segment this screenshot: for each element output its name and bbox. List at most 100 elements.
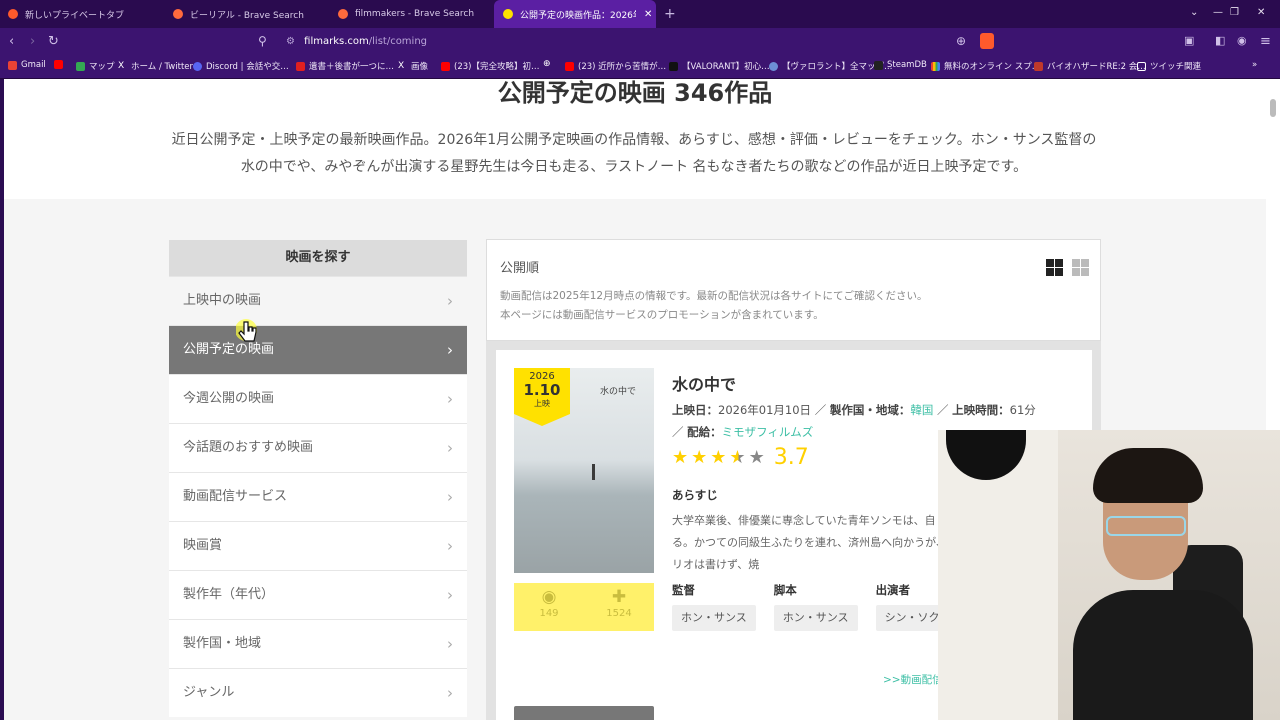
bookmark-label: 無料のオンライン スプ… bbox=[944, 62, 1041, 72]
youtube-icon bbox=[441, 61, 450, 71]
credit-chip[interactable]: ホン・サンス bbox=[672, 605, 756, 631]
close-tab-icon[interactable]: ✕ bbox=[644, 9, 652, 20]
youtube-icon bbox=[54, 60, 63, 69]
site-info-icon[interactable]: ⚙ bbox=[286, 36, 295, 47]
brave-search-icon bbox=[173, 9, 183, 19]
separator: ／ bbox=[814, 403, 830, 417]
webcam-person-hair bbox=[1093, 448, 1203, 503]
streaming-link[interactable]: >>動画配信 bbox=[883, 672, 943, 687]
bookmark-video1[interactable]: (23)【完全攻略】初… bbox=[441, 60, 539, 72]
back-icon[interactable]: ‹ bbox=[9, 34, 14, 49]
star-icon: ★ bbox=[710, 447, 727, 468]
sidebar-item-this-week[interactable]: 今週公開の映画 › bbox=[169, 374, 467, 423]
poster-title: 水の中で bbox=[600, 387, 637, 397]
sidebar-item-now-showing[interactable]: 上映中の映画 › bbox=[169, 276, 467, 325]
rating-score: 3.7 bbox=[773, 445, 809, 470]
sidebar-item-trending[interactable]: 今話題のおすすめ映画 › bbox=[169, 423, 467, 472]
zoom-icon[interactable]: ⊕ bbox=[956, 34, 966, 48]
mark-button[interactable]: ✚ 1524 bbox=[584, 583, 654, 631]
movie-title[interactable]: 水の中で bbox=[672, 371, 736, 395]
bookmark-maps[interactable]: マップ bbox=[76, 60, 115, 72]
sidebar-item-awards[interactable]: 映画賞 › bbox=[169, 521, 467, 570]
scrollbar-thumb[interactable] bbox=[1270, 99, 1276, 117]
gmail-icon bbox=[8, 60, 17, 70]
page-header: 公開予定の映画 346作品 近日公開予定・上映予定の最新映画作品。2026年1月… bbox=[4, 79, 1266, 199]
youtube-icon bbox=[565, 61, 574, 71]
office-icon bbox=[931, 61, 940, 71]
bookmark-label: 遺書＋後書が一つに… bbox=[309, 62, 395, 72]
sidebar-item-country[interactable]: 製作国・地域 › bbox=[169, 619, 467, 668]
more-bookmarks-icon[interactable]: » bbox=[1252, 60, 1257, 70]
tab-title: 新しいプライベートタブ bbox=[25, 10, 125, 21]
tab-search-filmmakers[interactable]: filmmakers - Brave Search bbox=[338, 0, 488, 28]
brave-search-icon bbox=[338, 9, 348, 19]
bookmark-gmail[interactable]: Gmail bbox=[8, 60, 46, 70]
release-value: 2026年01月10日 bbox=[718, 403, 812, 417]
sort-order-label[interactable]: 公開順 bbox=[500, 257, 539, 276]
bookmark-youtube[interactable] bbox=[54, 60, 67, 69]
minimize-icon[interactable]: — bbox=[1213, 7, 1223, 18]
sidebar-item-label: 今週公開の映画 bbox=[183, 391, 275, 406]
grid-view-icon[interactable] bbox=[1072, 259, 1089, 276]
vpn-icon[interactable]: ◉ bbox=[1237, 34, 1247, 47]
bookmark-valorant[interactable]: 【VALORANT】初心… bbox=[669, 60, 770, 72]
forward-icon[interactable]: › bbox=[30, 34, 35, 49]
sidebar-item-coming[interactable]: 公開予定の映画 › bbox=[169, 325, 467, 374]
list-view-icon[interactable] bbox=[1046, 259, 1063, 276]
bookmark-icon[interactable]: ⚲ bbox=[258, 34, 267, 48]
bookmark-globe[interactable]: ⊕ bbox=[543, 60, 556, 69]
bookmark-twitter[interactable]: X ホーム / Twitter bbox=[118, 60, 193, 72]
bookmark-label: 画像 bbox=[411, 62, 429, 72]
bookmark-label: SteamDB bbox=[887, 60, 927, 70]
page-description: 近日公開予定・上映予定の最新映画作品。2026年1月公開予定映画の作品情報、あら… bbox=[171, 132, 1097, 175]
bookmark-discord[interactable]: Discord | 会話や交… bbox=[193, 60, 289, 72]
bookmark-label: ツイッチ関連 bbox=[1150, 62, 1202, 72]
x-logo-icon: X bbox=[118, 60, 125, 71]
bookmark-video2[interactable]: (23) 近所から苦情が… bbox=[565, 60, 666, 72]
new-tab-icon[interactable]: + bbox=[664, 6, 676, 22]
url-path: /list/coming bbox=[368, 36, 428, 47]
x-logo-icon: X bbox=[398, 60, 405, 71]
site-icon bbox=[1034, 61, 1043, 71]
sidebar-icon[interactable]: ◧ bbox=[1215, 34, 1225, 47]
movie-poster[interactable]: 水の中で 2026 1.10 上映 bbox=[514, 368, 654, 573]
chevron-right-icon: › bbox=[447, 586, 453, 604]
reload-icon[interactable]: ↻ bbox=[48, 34, 59, 49]
bookmark-sheets[interactable]: 無料のオンライン スプ… bbox=[931, 60, 1040, 72]
bookmark-steamdb[interactable]: SteamDB bbox=[874, 60, 927, 70]
wallet-icon[interactable]: ▣ bbox=[1184, 34, 1194, 47]
hand-cursor-icon bbox=[236, 319, 257, 342]
bookmark-site[interactable]: 遺書＋後書が一つに… bbox=[296, 60, 394, 72]
credit-chip[interactable]: ホン・サンス bbox=[773, 605, 858, 631]
close-window-icon[interactable]: ✕ bbox=[1257, 7, 1265, 18]
chevron-right-icon: › bbox=[447, 635, 453, 653]
list-controls: 公開順 動画配信は2025年12月時点の情報です。最新の配信状況は各サイトにてご… bbox=[486, 239, 1101, 341]
brave-shields-icon[interactable] bbox=[980, 33, 994, 49]
tab-search-bereal[interactable]: ビーリアル - Brave Search bbox=[173, 0, 323, 28]
bookmark-label: ホーム / Twitter bbox=[131, 62, 194, 72]
tab-private[interactable]: 新しいプライベートタブ bbox=[8, 0, 158, 28]
sidebar-item-label: 製作国・地域 bbox=[183, 636, 262, 651]
mark-plus-icon: ✚ bbox=[611, 587, 627, 607]
sidebar-item-genre[interactable]: ジャンル › bbox=[169, 668, 467, 717]
note-line: 動画配信は2025年12月時点の情報です。最新の配信状況は各サイトにてご確認くだ… bbox=[500, 290, 928, 302]
country-link[interactable]: 韓国 bbox=[910, 403, 933, 417]
url-domain: filmarks.com bbox=[304, 36, 369, 47]
webcam-person-glasses bbox=[1106, 516, 1186, 536]
sidebar-item-year[interactable]: 製作年（年代） › bbox=[169, 570, 467, 619]
distributor-link[interactable]: ミモザフィルムズ bbox=[722, 425, 814, 439]
address-bar[interactable]: ⚙ filmarks.com/list/coming bbox=[286, 32, 1001, 52]
clip-button[interactable]: ◉ 149 bbox=[514, 583, 584, 631]
bookmark-twitch-folder[interactable]: ツイッチ関連 bbox=[1137, 60, 1201, 72]
sidebar-item-streaming[interactable]: 動画配信サービス › bbox=[169, 472, 467, 521]
chevron-down-icon[interactable]: ⌄ bbox=[1190, 7, 1198, 18]
tab-filmarks[interactable]: 公開予定の映画作品：2026年1月 ✕ bbox=[494, 0, 656, 28]
review-button[interactable] bbox=[514, 706, 654, 720]
bookmark-images[interactable]: X 画像 bbox=[398, 60, 428, 72]
star-icon: ★ bbox=[691, 447, 708, 468]
menu-icon[interactable]: ≡ bbox=[1260, 34, 1271, 49]
sidebar-item-label: ジャンル bbox=[183, 685, 235, 700]
bookmark-label: Gmail bbox=[21, 60, 46, 70]
restore-icon[interactable]: ❐ bbox=[1230, 7, 1239, 18]
bookmark-biohazard[interactable]: バイオハザードRE:2 会… bbox=[1034, 60, 1146, 72]
